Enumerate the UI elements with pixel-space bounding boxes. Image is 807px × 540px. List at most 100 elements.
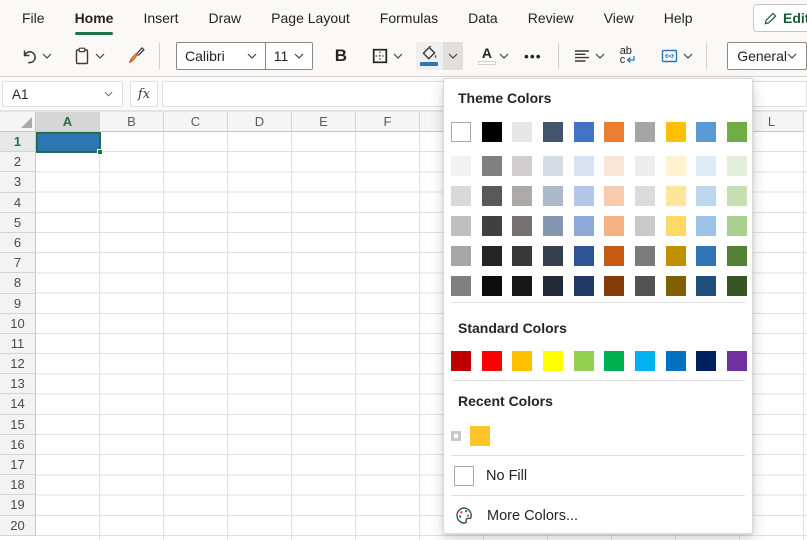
theme-variant-swatch[interactable] <box>727 186 747 206</box>
standard-color-swatch[interactable] <box>635 351 655 371</box>
theme-color-swatch[interactable] <box>635 122 655 142</box>
row-header-20[interactable]: 20 <box>0 516 36 536</box>
row-header-8[interactable]: 8 <box>0 273 36 293</box>
editing-mode-button[interactable]: Editing <box>753 4 807 32</box>
paste-button[interactable] <box>69 42 108 70</box>
theme-variant-swatch[interactable] <box>696 216 716 236</box>
theme-variant-swatch[interactable] <box>543 156 563 176</box>
standard-color-swatch[interactable] <box>574 351 594 371</box>
row-header-2[interactable]: 2 <box>0 152 36 172</box>
selected-cell-a1[interactable] <box>36 132 101 153</box>
theme-color-swatch[interactable] <box>696 122 716 142</box>
theme-variant-swatch[interactable] <box>635 216 655 236</box>
row-header-18[interactable]: 18 <box>0 475 36 495</box>
menu-tab-formulas[interactable]: Formulas <box>380 10 438 26</box>
theme-variant-swatch[interactable] <box>451 216 471 236</box>
standard-color-swatch[interactable] <box>482 351 502 371</box>
theme-variant-swatch[interactable] <box>482 216 502 236</box>
theme-color-swatch[interactable] <box>666 122 686 142</box>
theme-variant-swatch[interactable] <box>574 246 594 266</box>
more-colors-option[interactable]: More Colors... <box>444 496 752 535</box>
row-header-12[interactable]: 12 <box>0 354 36 374</box>
chevron-down-icon[interactable] <box>595 53 605 59</box>
insert-function-button[interactable]: fx <box>130 81 158 107</box>
theme-variant-swatch[interactable] <box>512 186 532 206</box>
chevron-down-icon[interactable] <box>104 91 113 97</box>
theme-variant-swatch[interactable] <box>482 276 502 296</box>
number-format-select[interactable]: General <box>727 42 807 70</box>
menu-tab-data[interactable]: Data <box>468 10 498 26</box>
theme-variant-swatch[interactable] <box>666 156 686 176</box>
chevron-down-icon[interactable] <box>499 53 509 59</box>
theme-variant-swatch[interactable] <box>512 156 532 176</box>
font-color-button[interactable]: A <box>475 43 512 69</box>
theme-variant-swatch[interactable] <box>696 276 716 296</box>
column-header-b[interactable]: B <box>100 112 164 132</box>
theme-variant-swatch[interactable] <box>727 246 747 266</box>
row-header-1[interactable]: 1 <box>0 132 36 152</box>
theme-variant-swatch[interactable] <box>635 156 655 176</box>
menu-tab-insert[interactable]: Insert <box>143 10 178 26</box>
standard-color-swatch[interactable] <box>451 351 471 371</box>
chevron-down-icon[interactable] <box>95 53 105 59</box>
menu-tab-view[interactable]: View <box>604 10 634 26</box>
standard-color-swatch[interactable] <box>604 351 624 371</box>
fill-handle[interactable] <box>97 149 103 155</box>
theme-variant-swatch[interactable] <box>574 156 594 176</box>
font-name-select[interactable]: Calibri <box>176 42 265 70</box>
theme-variant-swatch[interactable] <box>451 246 471 266</box>
theme-variant-swatch[interactable] <box>451 276 471 296</box>
theme-color-swatch[interactable] <box>604 122 624 142</box>
standard-color-swatch[interactable] <box>666 351 686 371</box>
row-header-4[interactable]: 4 <box>0 193 36 213</box>
recent-color-swatch[interactable] <box>470 426 490 446</box>
theme-variant-swatch[interactable] <box>482 156 502 176</box>
theme-variant-swatch[interactable] <box>604 216 624 236</box>
column-header-e[interactable]: E <box>292 112 356 132</box>
theme-variant-swatch[interactable] <box>666 276 686 296</box>
theme-variant-swatch[interactable] <box>727 156 747 176</box>
theme-variant-swatch[interactable] <box>696 246 716 266</box>
row-header-16[interactable]: 16 <box>0 435 36 455</box>
theme-variant-swatch[interactable] <box>482 246 502 266</box>
theme-variant-swatch[interactable] <box>727 216 747 236</box>
theme-variant-swatch[interactable] <box>666 216 686 236</box>
theme-variant-swatch[interactable] <box>635 246 655 266</box>
menu-tab-file[interactable]: File <box>22 10 45 26</box>
theme-variant-swatch[interactable] <box>451 156 471 176</box>
row-header-14[interactable]: 14 <box>0 394 36 414</box>
standard-color-swatch[interactable] <box>543 351 563 371</box>
row-header-5[interactable]: 5 <box>0 213 36 233</box>
chevron-down-icon[interactable] <box>683 53 693 59</box>
theme-variant-swatch[interactable] <box>512 246 532 266</box>
theme-variant-swatch[interactable] <box>512 276 532 296</box>
fill-color-dropdown-button[interactable] <box>443 42 463 70</box>
theme-variant-swatch[interactable] <box>512 216 532 236</box>
theme-variant-swatch[interactable] <box>543 246 563 266</box>
theme-variant-swatch[interactable] <box>604 276 624 296</box>
theme-color-swatch[interactable] <box>451 122 471 142</box>
more-options-button[interactable]: ••• <box>524 48 542 64</box>
theme-variant-swatch[interactable] <box>635 276 655 296</box>
column-header-c[interactable]: C <box>164 112 228 132</box>
theme-variant-swatch[interactable] <box>666 186 686 206</box>
menu-tab-draw[interactable]: Draw <box>208 10 241 26</box>
theme-variant-swatch[interactable] <box>696 186 716 206</box>
row-header-11[interactable]: 11 <box>0 334 36 354</box>
wrap-text-button[interactable]: ab c <box>620 47 637 65</box>
menu-tab-help[interactable]: Help <box>664 10 693 26</box>
theme-variant-swatch[interactable] <box>635 186 655 206</box>
standard-color-swatch[interactable] <box>512 351 532 371</box>
row-header-13[interactable]: 13 <box>0 374 36 394</box>
theme-color-swatch[interactable] <box>512 122 532 142</box>
theme-color-swatch[interactable] <box>543 122 563 142</box>
theme-variant-swatch[interactable] <box>574 186 594 206</box>
fill-color-button[interactable] <box>416 42 443 70</box>
theme-color-swatch[interactable] <box>482 122 502 142</box>
theme-variant-swatch[interactable] <box>482 186 502 206</box>
column-header-a[interactable]: A <box>36 112 100 132</box>
row-header-3[interactable]: 3 <box>0 172 36 192</box>
menu-tab-home[interactable]: Home <box>75 10 114 26</box>
row-header-15[interactable]: 15 <box>0 415 36 435</box>
select-all-corner[interactable] <box>0 112 36 132</box>
